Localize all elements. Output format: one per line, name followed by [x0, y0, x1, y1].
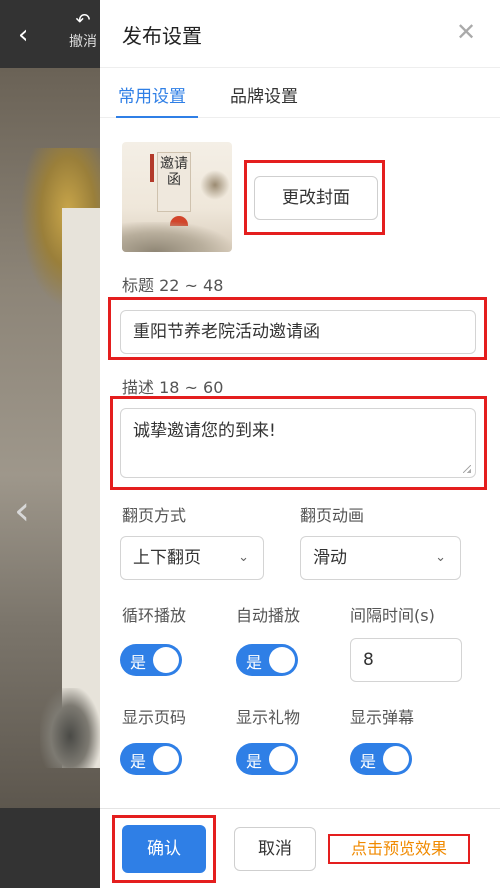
show-gift-label: 显示礼物: [236, 708, 301, 727]
loop-play-label: 循环播放: [122, 606, 187, 625]
description-label: 描述 18 ~ 60: [122, 378, 224, 397]
chevron-down-icon: ⌄: [238, 550, 249, 565]
back-icon[interactable]: ‹: [18, 22, 28, 48]
title-label: 标题 22 ~ 48: [122, 276, 224, 295]
interval-input[interactable]: 8: [350, 638, 462, 682]
chevron-left-icon[interactable]: ‹: [14, 488, 30, 534]
cover-hill: [122, 222, 232, 252]
toggle-label: 是: [130, 752, 147, 771]
show-page-number-label: 显示页码: [122, 708, 187, 727]
tab-brand-settings[interactable]: 品牌设置: [230, 82, 298, 107]
undo-button[interactable]: ↶ 撤消: [66, 10, 100, 51]
page-turn-mode-select[interactable]: 上下翻页 ⌄: [120, 536, 264, 580]
toggle-label: 是: [360, 752, 377, 771]
cover-branch: [200, 170, 230, 200]
change-cover-button[interactable]: 更改封面: [254, 176, 378, 220]
page-turn-animation-label: 翻页动画: [300, 506, 365, 525]
auto-play-toggle[interactable]: 是: [236, 644, 298, 676]
cover-thumbnail: 邀请函: [122, 142, 232, 252]
auto-play-label: 自动播放: [236, 606, 301, 625]
page-turn-mode-label: 翻页方式: [122, 506, 187, 525]
panel-header: 发布设置 ✕: [100, 0, 500, 68]
editor-canvas: ‹: [0, 68, 100, 808]
toggle-knob: [153, 647, 179, 673]
editor-toolbar: ‹ ↶ 撤消: [0, 0, 100, 68]
undo-label: 撤消: [69, 34, 97, 50]
close-icon[interactable]: ✕: [454, 20, 478, 44]
resize-handle-icon[interactable]: [463, 465, 471, 473]
toggle-label: 是: [130, 653, 147, 672]
show-danmaku-toggle[interactable]: 是: [350, 743, 412, 775]
interval-label: 间隔时间(s): [350, 606, 435, 625]
page-turn-animation-value: 滑动: [313, 548, 347, 568]
settings-tabs: 常用设置 品牌设置: [100, 68, 500, 118]
canvas-mountain-image: [40, 688, 100, 768]
panel-footer: 确认 取消 点击预览效果: [100, 808, 500, 888]
cover-title-text: 邀请函: [160, 156, 188, 188]
title-input[interactable]: 重阳节养老院活动邀请函: [120, 310, 476, 354]
show-gift-toggle[interactable]: 是: [236, 743, 298, 775]
toggle-knob: [153, 746, 179, 772]
loop-play-toggle[interactable]: 是: [120, 644, 182, 676]
active-tab-indicator: [116, 116, 198, 118]
cancel-button[interactable]: 取消: [234, 827, 316, 871]
toggle-knob: [383, 746, 409, 772]
confirm-button[interactable]: 确认: [122, 825, 206, 873]
preview-link[interactable]: 点击预览效果: [328, 834, 470, 864]
description-textarea[interactable]: 诚挚邀请您的到来!: [120, 408, 476, 478]
undo-icon: ↶: [75, 10, 91, 31]
tab-common-settings[interactable]: 常用设置: [118, 82, 186, 107]
toggle-knob: [269, 746, 295, 772]
panel-title: 发布设置: [122, 24, 202, 48]
toggle-label: 是: [246, 752, 263, 771]
editor-bottom-bar: [0, 808, 100, 888]
chevron-down-icon: ⌄: [435, 550, 446, 565]
description-text: 诚挚邀请您的到来!: [133, 421, 276, 441]
canvas-page: [62, 208, 100, 768]
page-turn-mode-value: 上下翻页: [133, 548, 201, 568]
page-turn-animation-select[interactable]: 滑动 ⌄: [300, 536, 461, 580]
toggle-knob: [269, 647, 295, 673]
cover-decoration: [150, 154, 154, 182]
toggle-label: 是: [246, 653, 263, 672]
show-page-number-toggle[interactable]: 是: [120, 743, 182, 775]
show-danmaku-label: 显示弹幕: [350, 708, 415, 727]
